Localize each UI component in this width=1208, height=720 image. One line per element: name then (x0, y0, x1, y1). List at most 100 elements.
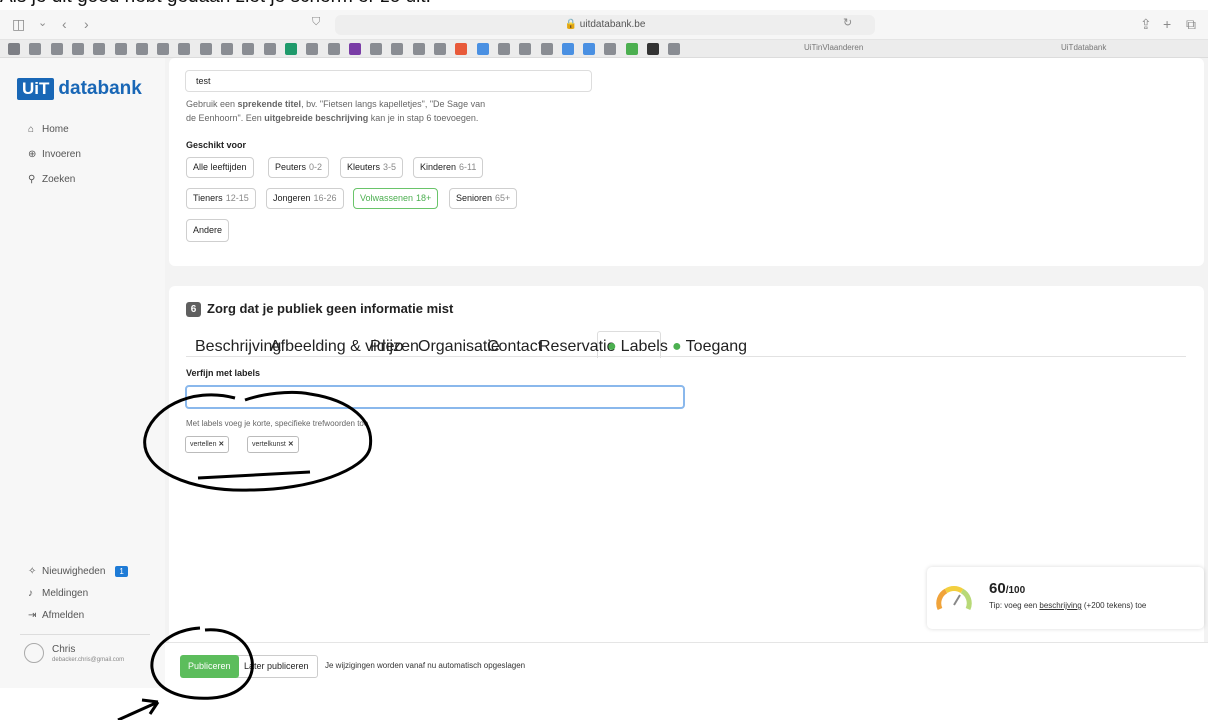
bookmark-icon[interactable] (519, 43, 532, 55)
instruction-caption: Als je dit goed hebt gedaan ziet je sche… (0, 0, 431, 8)
forward-icon[interactable]: › (84, 16, 89, 32)
sidebar-item-invoeren[interactable]: ⊕ Invoeren (28, 149, 81, 160)
bookmark-icon[interactable] (29, 43, 42, 55)
bookmark-icon[interactable] (178, 43, 191, 55)
reload-icon[interactable]: ↻ (843, 16, 852, 29)
audience-chip-andere[interactable]: Andere (186, 219, 230, 242)
sidebar-item-meldingen[interactable]: ♪ Meldingen (28, 588, 88, 599)
bookmark-icon[interactable] (583, 43, 596, 55)
audience-chip-volwassenen[interactable]: Volwassenen 18+ (353, 188, 439, 209)
sidebar: UiT databank ⌂ Home ⊕ Invoeren ⚲ Zoeken ✧ Nie… (0, 58, 165, 688)
audience-chip-tieners[interactable]: Tieners 12-15 (186, 188, 256, 209)
bookmark-icon[interactable] (434, 43, 446, 55)
search-icon: ⚲ (28, 174, 36, 185)
bookmark-icon[interactable] (221, 43, 233, 55)
sidebar-item-zoeken[interactable]: ⚲ Zoeken (28, 174, 75, 185)
audience-chip-senioren[interactable]: Senioren 65+ (449, 188, 518, 209)
bookmark-icon[interactable] (668, 43, 681, 55)
audience-chip-alle-leeftijden[interactable]: Alle leeftijden (186, 157, 254, 178)
bookmark-icon[interactable] (71, 43, 84, 55)
sidebar-item-nieuwigheden[interactable]: ✧ Nieuwigheden 1 (28, 566, 128, 577)
bookmark-icon[interactable] (348, 43, 361, 55)
later-publish-button[interactable]: Later publiceren (235, 655, 318, 678)
shield-icon[interactable]: ⛉ (312, 16, 320, 29)
arrow-annotation (117, 698, 160, 720)
plus-circle-icon: ⊕ (28, 149, 37, 160)
logout-icon: ⇥ (28, 610, 37, 621)
title-hint: Gebruik een sprekende titel, bv. "Fietse… (186, 99, 486, 123)
avatar[interactable] (24, 643, 44, 663)
gift-icon: ✧ (28, 566, 37, 577)
new-tab-icon[interactable]: + (1163, 16, 1171, 32)
bell-icon: ♪ (28, 588, 33, 599)
labels-input[interactable] (185, 385, 685, 409)
tab-contact[interactable]: Contact (487, 338, 542, 356)
bookmark-icon[interactable] (8, 43, 20, 55)
bookmark-icon[interactable] (114, 43, 127, 55)
beschrijving-link[interactable]: beschrijving (1039, 601, 1081, 610)
title-input[interactable]: test (185, 70, 592, 92)
bookmark-icon[interactable] (625, 43, 638, 55)
audience-chip-peuters[interactable]: Peuters 0-2 (268, 157, 330, 178)
bookmark-icon[interactable] (284, 43, 297, 55)
sidebar-item-home[interactable]: ⌂ Home (28, 124, 69, 135)
bookmark-icon[interactable] (263, 43, 276, 55)
remove-tag-icon[interactable]: ✕ (288, 441, 294, 448)
bookmark-icon[interactable] (135, 43, 148, 55)
step6-tabs: Beschrijving Afbeelding & video Prijzen … (186, 331, 747, 358)
bookmark-icon[interactable] (50, 43, 63, 55)
bookmark-icon[interactable] (497, 43, 510, 55)
tab-beschrijving[interactable]: Beschrijving (195, 338, 281, 356)
uit-databank-logo[interactable]: UiT databank (17, 78, 142, 100)
step-number-badge: 6 (186, 302, 201, 317)
url-text: 🔒 uitdatabank.be (564, 19, 646, 30)
bookmark-icon[interactable] (561, 43, 574, 55)
bookmark-icon[interactable] (306, 43, 319, 55)
share-icon[interactable]: ⇪ (1140, 16, 1152, 33)
chevron-down-icon[interactable]: ⌄ (38, 16, 47, 29)
tab-uitinvlaanderen[interactable]: UiTinVlaanderen (804, 43, 863, 52)
sidebar-toggle-icon[interactable]: ◫ (12, 16, 25, 33)
tab-uitdatabank[interactable]: UiTdatabank (1061, 43, 1106, 52)
audience-chip-kleuters[interactable]: Kleuters 3-5 (340, 157, 404, 178)
tab-toegang[interactable]: ● Toegang (672, 338, 747, 356)
audience-chip-jongeren[interactable]: Jongeren 16-26 (266, 188, 344, 209)
bookmark-icon[interactable] (476, 43, 489, 55)
publish-footer: Later publiceren Publiceren Je wijziging… (165, 642, 1208, 688)
score-tip: Tip: voeg een beschrijving (+200 tekens)… (989, 601, 1147, 610)
bookmark-icon[interactable] (540, 43, 553, 55)
bookmark-icon[interactable] (327, 43, 340, 55)
publish-button[interactable]: Publiceren (180, 655, 239, 678)
bookmark-icon[interactable] (604, 43, 617, 55)
audience-chip-kinderen[interactable]: Kinderen 6-11 (413, 157, 484, 178)
tab-prijzen[interactable]: Prijzen (370, 338, 419, 356)
user-name: Chris (52, 644, 76, 655)
bookmark-icon[interactable] (199, 43, 212, 55)
quality-score-card: 60/100 Tip: voeg een beschrijving (+200 … (927, 567, 1204, 629)
browser-toolbar: ◫ ⌄ ‹ › ⛉ 🔒 uitdatabank.be ↻ ⇪ + ⧉ (0, 10, 1208, 40)
sidebar-divider (20, 634, 150, 635)
back-icon[interactable]: ‹ (62, 16, 67, 32)
label-tag-vertelkunst[interactable]: vertelkunst ✕ (247, 436, 299, 453)
labels-heading: Verfijn met labels (186, 368, 261, 378)
bookmark-icon[interactable] (647, 43, 659, 55)
step6-title: 6 Zorg dat je publiek geen informatie mis… (186, 301, 453, 317)
tab-labels[interactable]: ● Labels (607, 338, 668, 356)
tabs-divider (186, 356, 1186, 357)
bookmark-icon[interactable] (391, 43, 404, 55)
title-audience-card: test Gebruik een sprekende titel, bv. "F… (169, 58, 1204, 266)
bookmark-icon[interactable] (157, 43, 170, 55)
tab-reservatie[interactable]: Reservatie (539, 338, 615, 356)
bookmark-icon[interactable] (93, 43, 106, 55)
bookmark-icon[interactable] (370, 43, 383, 55)
favorites-bar: UiTinVlaanderen UiTdatabank (0, 40, 1208, 58)
bookmark-icon[interactable] (455, 43, 468, 55)
sidebar-item-afmelden[interactable]: ⇥ Afmelden (28, 610, 84, 621)
bookmark-icon[interactable] (242, 43, 255, 55)
label-tag-vertellen[interactable]: vertellen ✕ (185, 436, 230, 453)
address-bar[interactable]: 🔒 uitdatabank.be (335, 15, 875, 35)
user-email: debacker.chris@gmail.com (52, 657, 125, 663)
tab-overview-icon[interactable]: ⧉ (1186, 16, 1196, 33)
bookmark-icon[interactable] (412, 43, 425, 55)
remove-tag-icon[interactable]: ✕ (218, 441, 224, 448)
